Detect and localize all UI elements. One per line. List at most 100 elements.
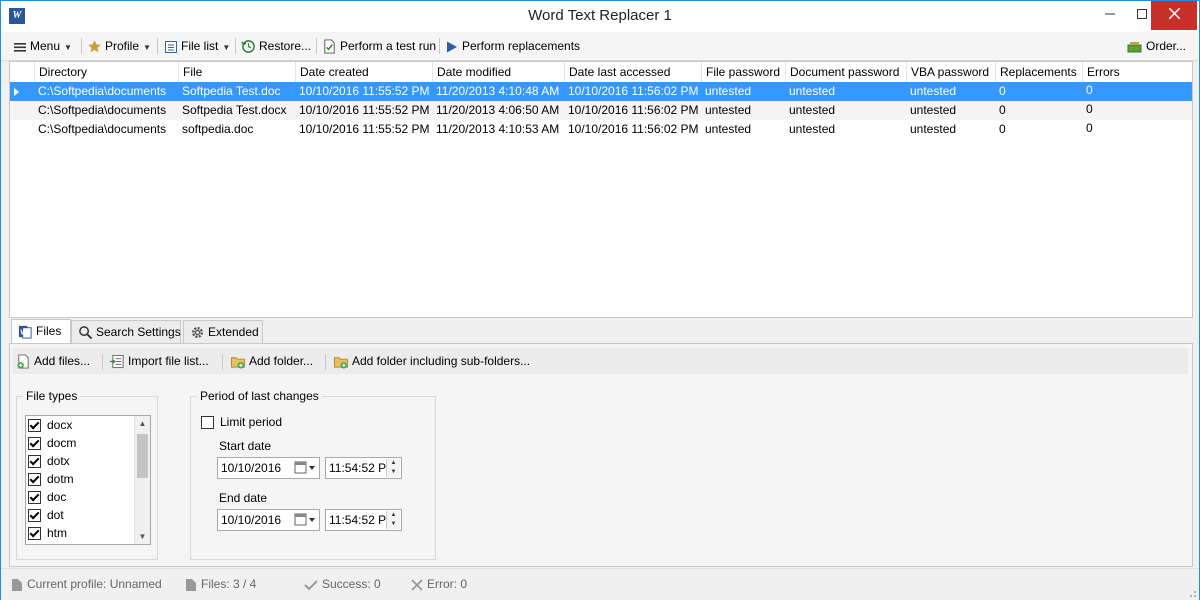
start-time-spinner[interactable]: ▲ ▼	[386, 459, 400, 477]
table-row[interactable]: C:\Softpedia\documents softpedia.doc 10/…	[10, 120, 1192, 139]
file-type-label: dotx	[47, 454, 70, 468]
tab-extended[interactable]: Extended	[183, 320, 263, 343]
toolbar-separator	[316, 38, 317, 54]
checkbox[interactable]	[28, 473, 41, 487]
column-header-file[interactable]: File	[178, 62, 295, 82]
cell-document-password: untested	[789, 122, 836, 136]
add-files-button[interactable]: Add files...	[16, 352, 90, 370]
file-types-list[interactable]: docx docm dotx dotm doc dot htm ▲ ▼	[25, 415, 151, 545]
toolbar-separator	[325, 354, 326, 370]
column-header-errors[interactable]: Errors	[1082, 62, 1192, 82]
menu-button[interactable]: Menu ▼	[13, 36, 72, 56]
add-folder-button[interactable]: Add folder...	[230, 352, 313, 370]
cell-replacements: 0	[999, 122, 1006, 136]
scroll-up-icon[interactable]: ▲	[135, 416, 150, 431]
cell-date-accessed: 10/10/2016 11:56:02 PM	[568, 103, 699, 117]
end-time-spinner[interactable]: ▲ ▼	[386, 511, 400, 529]
cell-date-modified: 11/20/2013 4:10:53 AM	[436, 122, 560, 136]
end-time-picker[interactable]: 11:54:52 PM ▲ ▼	[325, 509, 402, 531]
file-type-label: docm	[47, 436, 77, 450]
toolbar-separator	[235, 38, 236, 54]
tab-files[interactable]: W Files	[11, 319, 71, 344]
start-date-label: Start date	[219, 439, 272, 453]
file-list-button[interactable]: File list ▼	[164, 36, 230, 56]
calendar-dropdown-icon[interactable]	[293, 512, 317, 528]
spin-up-icon[interactable]: ▲	[387, 511, 400, 520]
file-type-item-dotm[interactable]: dotm	[28, 470, 74, 488]
spin-down-icon[interactable]: ▼	[387, 520, 400, 529]
test-run-button[interactable]: Perform a test run	[322, 36, 436, 56]
tab-search-settings[interactable]: Search Settings	[71, 320, 181, 343]
checkbox[interactable]	[28, 491, 41, 505]
cell-vba-password: untested	[910, 122, 957, 136]
scroll-thumb[interactable]	[137, 434, 148, 478]
order-label: Order...	[1146, 39, 1187, 53]
file-type-label: dot	[47, 508, 64, 522]
cart-icon	[1127, 41, 1142, 53]
limit-period-checkbox[interactable]: Limit period	[201, 413, 282, 431]
checkbox[interactable]	[28, 437, 41, 451]
period-label: Period of last changes	[197, 389, 322, 403]
add-folder-tree-icon	[333, 357, 349, 369]
table-row[interactable]: C:\Softpedia\documents Softpedia Test.do…	[10, 101, 1192, 120]
cell-directory: C:\Softpedia\documents	[38, 103, 167, 117]
restore-button[interactable]: Restore...	[241, 36, 311, 56]
file-types-group: File types docx docm dotx dotm doc dot h…	[16, 389, 158, 560]
spin-up-icon[interactable]: ▲	[387, 459, 400, 468]
file-type-item-doc[interactable]: doc	[28, 488, 66, 506]
column-header-vba-password[interactable]: VBA password	[906, 62, 995, 82]
file-type-item-dotx[interactable]: dotx	[28, 452, 70, 470]
cell-file-password: untested	[705, 103, 752, 117]
tab-extended-label: Extended	[208, 325, 259, 339]
order-button[interactable]: Order...	[1127, 36, 1186, 56]
files-icon: W	[18, 325, 32, 339]
checkbox[interactable]	[28, 527, 41, 541]
file-grid[interactable]: Directory File Date created Date modifie…	[9, 61, 1193, 318]
start-time-picker[interactable]: 11:54:52 PM ▲ ▼	[325, 457, 402, 479]
column-header-date-last-accessed[interactable]: Date last accessed	[564, 62, 701, 82]
add-folder-label: Add folder...	[249, 354, 314, 368]
column-header-file-password[interactable]: File password	[701, 62, 785, 82]
import-file-list-button[interactable]: Import file list...	[110, 352, 209, 370]
checkbox[interactable]	[201, 416, 214, 430]
start-date-picker[interactable]: 10/10/2016	[217, 457, 320, 479]
checkbox[interactable]	[28, 455, 41, 469]
column-header-replacements[interactable]: Replacements	[995, 62, 1082, 82]
tab-search-settings-label: Search Settings	[96, 325, 181, 339]
column-header-date-modified[interactable]: Date modified	[432, 62, 564, 82]
file-type-item-docx[interactable]: docx	[28, 416, 72, 434]
files-toolbar: Add files... Import file list... Add fol…	[12, 348, 1188, 374]
file-type-item-htm[interactable]: htm	[28, 524, 67, 542]
files-panel: Add files... Import file list... Add fol…	[9, 343, 1193, 567]
status-profile-text: Current profile: Unnamed	[27, 577, 162, 591]
scroll-down-icon[interactable]: ▼	[135, 529, 150, 544]
column-header-document-password[interactable]: Document password	[785, 62, 906, 82]
cell-directory: C:\Softpedia\documents	[38, 122, 167, 136]
file-type-item-docm[interactable]: docm	[28, 434, 76, 452]
calendar-dropdown-icon[interactable]	[293, 460, 317, 476]
checkbox[interactable]	[28, 419, 41, 433]
row-indicator-icon	[14, 88, 19, 96]
column-header-date-created[interactable]: Date created	[295, 62, 432, 82]
column-header-directory[interactable]: Directory	[34, 62, 178, 82]
files-stack-icon	[186, 578, 196, 591]
spin-down-icon[interactable]: ▼	[387, 468, 400, 477]
cell-file: Softpedia Test.docx	[182, 103, 287, 117]
add-folder-subfolders-button[interactable]: Add folder including sub-folders...	[333, 352, 530, 370]
cell-file-password: untested	[705, 84, 752, 98]
minimize-button[interactable]	[1093, 1, 1127, 30]
end-date-picker[interactable]: 10/10/2016	[217, 509, 320, 531]
document-check-icon	[324, 39, 335, 54]
file-types-scrollbar[interactable]: ▲ ▼	[134, 416, 150, 544]
close-button[interactable]	[1151, 1, 1197, 30]
checkbox[interactable]	[28, 509, 41, 523]
resize-grip-icon[interactable]	[1187, 588, 1197, 598]
title-bar[interactable]: W Word Text Replacer 1	[1, 1, 1199, 32]
status-files: Files: 3 / 4	[185, 574, 256, 594]
import-list-icon	[110, 355, 124, 369]
perform-replacements-button[interactable]: Perform replacements	[445, 36, 580, 56]
toolbar-separator	[157, 38, 158, 54]
table-row[interactable]: C:\Softpedia\documents Softpedia Test.do…	[10, 82, 1192, 101]
profile-button[interactable]: Profile ▼	[87, 36, 151, 56]
file-type-item-dot[interactable]: dot	[28, 506, 64, 524]
